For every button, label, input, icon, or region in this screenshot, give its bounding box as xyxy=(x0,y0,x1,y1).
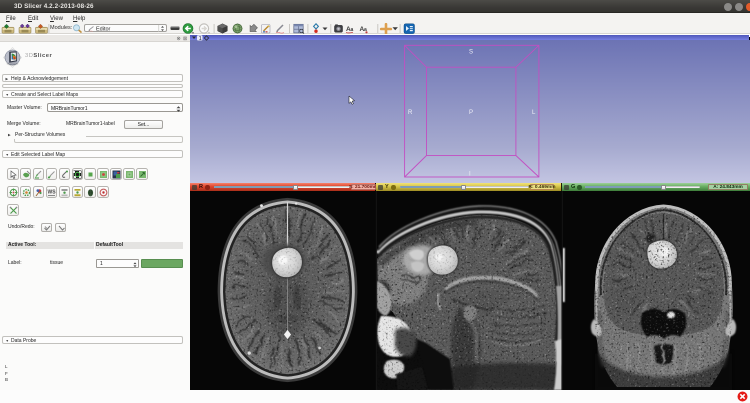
svg-text:1: 1 xyxy=(199,35,202,40)
svg-text:a: a xyxy=(351,27,354,33)
svg-text:WS: WS xyxy=(48,189,57,195)
svg-text:R: R xyxy=(408,110,413,116)
svg-text:P: P xyxy=(469,110,473,116)
svg-text:S: S xyxy=(469,50,473,56)
svg-text:Editor: Editor xyxy=(96,26,111,31)
svg-text:L: L xyxy=(532,110,536,116)
